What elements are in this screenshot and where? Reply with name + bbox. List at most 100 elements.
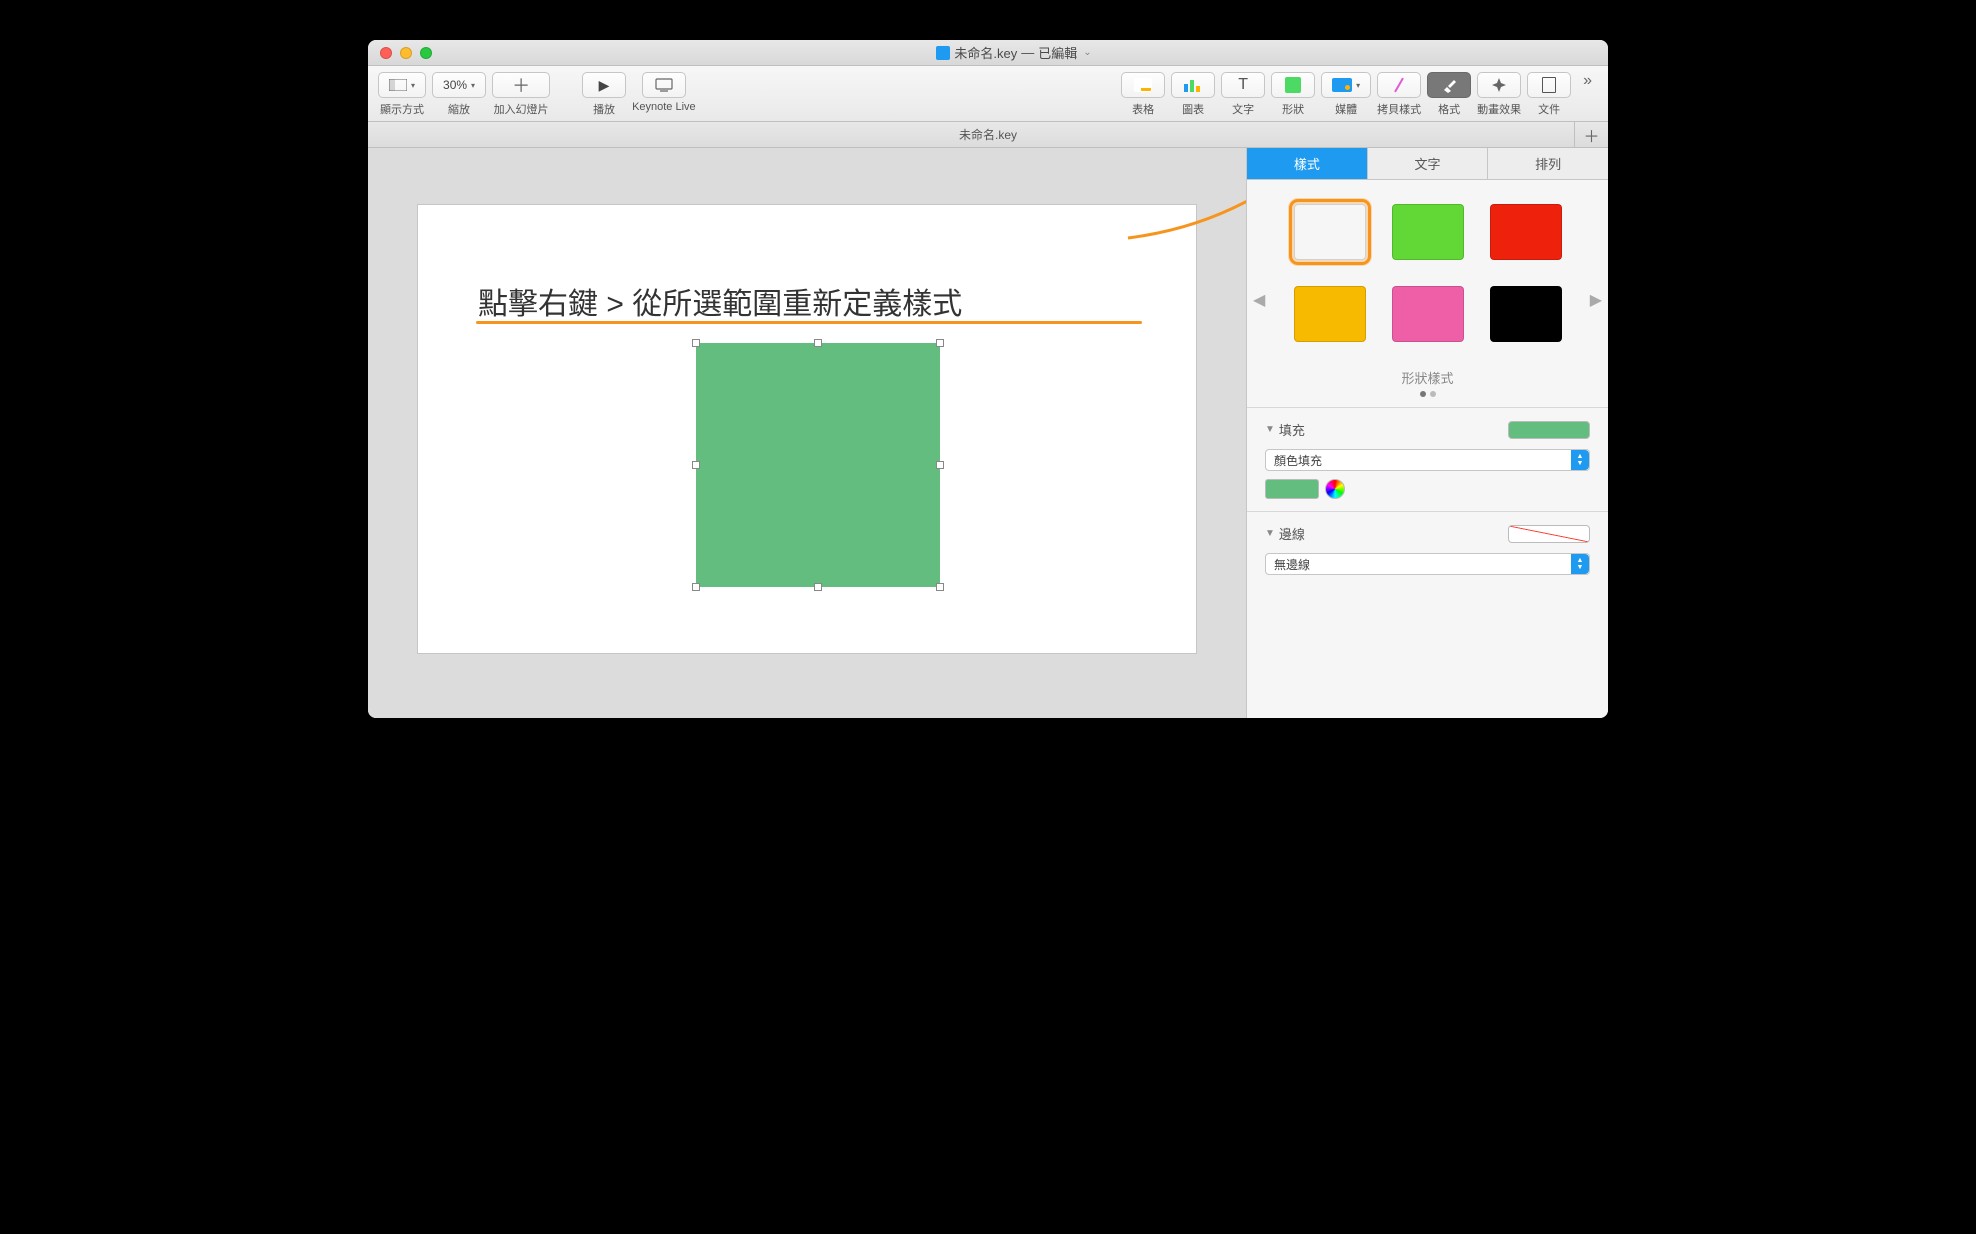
fill-color-chip[interactable] [1265,479,1319,499]
table-button[interactable] [1121,72,1165,98]
fill-type-select[interactable]: 顏色填充 ▲▼ [1265,449,1590,471]
chevron-down-icon: ▾ [411,81,415,90]
fill-type-value: 顏色填充 [1274,452,1322,469]
slide[interactable]: 點擊右鍵 > 從所選範圍重新定義樣式 [417,204,1197,654]
disclosure-icon[interactable]: ▼ [1265,528,1275,539]
style-swatch-green[interactable] [1392,204,1464,260]
animate-icon [1491,77,1507,93]
resize-handle[interactable] [692,461,700,469]
keynote-doc-icon [936,46,950,60]
inspector-tabs: 樣式 文字 排列 [1247,148,1608,180]
copy-style-label: 拷貝樣式 [1377,101,1421,117]
instruction-underline [476,321,1142,324]
chevron-down-icon: ▾ [471,81,475,90]
text-icon: T [1238,76,1248,94]
style-swatch-blue[interactable] [1294,204,1366,260]
animate-label: 動畫效果 [1477,101,1521,117]
shape-button[interactable] [1271,72,1315,98]
add-slide-label: 加入幻燈片 [494,101,549,117]
text-button[interactable]: T [1221,72,1265,98]
selected-shape[interactable] [696,343,940,587]
titlebar: 未命名.key — 已編輯 ⌄ [368,40,1608,66]
resize-handle[interactable] [814,583,822,591]
window-title: 未命名.key — 已編輯 ⌄ [432,43,1596,62]
copy-style-button[interactable] [1377,72,1421,98]
app-window: 未命名.key — 已編輯 ⌄ ▾ 顯示方式 30% ▾ 縮放 ＋ 加入幻燈片 [368,40,1608,718]
zoom-value: 30% [443,78,467,92]
document-button[interactable] [1527,72,1571,98]
styles-prev[interactable]: ◀ [1253,290,1265,310]
border-label: 邊線 [1279,524,1305,543]
style-swatch-black[interactable] [1490,286,1562,342]
pager-dots [1265,391,1590,397]
eyedropper-icon [1391,77,1407,93]
title-separator: — [1021,45,1034,60]
brush-icon [1441,77,1457,93]
tab-arrange[interactable]: 排列 [1487,148,1608,179]
animate-button[interactable] [1477,72,1521,98]
table-icon [1134,78,1152,92]
tab-filename[interactable]: 未命名.key [959,126,1017,143]
resize-handle[interactable] [692,339,700,347]
disclosure-icon[interactable]: ▼ [1265,424,1275,435]
styles-next[interactable]: ▶ [1590,290,1602,310]
add-slide-button[interactable]: ＋ [492,72,550,98]
main-body: 點擊右鍵 > 從所選範圍重新定義樣式 樣 [368,148,1608,718]
canvas-area[interactable]: 點擊右鍵 > 從所選範圍重新定義樣式 [368,148,1246,718]
text-label: 文字 [1232,101,1254,117]
style-swatch-red[interactable] [1490,204,1562,260]
add-tab-button[interactable]: ＋ [1574,122,1608,148]
shape-styles-label: 形狀樣式 [1265,368,1590,387]
document-name: 未命名.key [954,43,1017,62]
view-label: 顯示方式 [380,101,424,117]
media-button[interactable]: ▾ [1321,72,1371,98]
play-icon: ▶ [599,77,610,94]
chart-label: 圖表 [1182,101,1204,117]
table-label: 表格 [1132,101,1154,117]
document-icon [1542,77,1556,93]
border-type-select[interactable]: 無邊線 ▲▼ [1265,553,1590,575]
minimize-button[interactable] [400,47,412,59]
tab-style[interactable]: 樣式 [1247,148,1367,179]
border-type-value: 無邊線 [1274,556,1310,573]
resize-handle[interactable] [936,583,944,591]
fill-section: ▼ 填充 顏色填充 ▲▼ [1247,408,1608,512]
zoom-button[interactable] [420,47,432,59]
tab-text[interactable]: 文字 [1367,148,1488,179]
select-arrows-icon: ▲▼ [1571,450,1589,470]
keynote-live-button[interactable] [642,72,686,98]
format-button[interactable] [1427,72,1471,98]
style-swatch-yellow[interactable] [1294,286,1366,342]
view-button[interactable]: ▾ [378,72,426,98]
media-icon [1332,78,1352,92]
shape-label: 形狀 [1282,101,1304,117]
color-wheel-button[interactable] [1325,479,1345,499]
resize-handle[interactable] [814,339,822,347]
chevron-down-icon: ▾ [1356,81,1360,90]
toolbar-overflow[interactable]: » [1577,72,1598,90]
title-dropdown-icon[interactable]: ⌄ [1083,47,1091,58]
shape-styles-section: ◀ ▶ 形狀樣式 [1247,180,1608,408]
close-button[interactable] [380,47,392,59]
traffic-lights [380,47,432,59]
resize-handle[interactable] [692,583,700,591]
document-tabbar: 未命名.key ＋ [368,122,1608,148]
resize-handle[interactable] [936,339,944,347]
fill-label: 填充 [1279,420,1305,439]
media-label: 媒體 [1335,101,1357,117]
zoom-label: 縮放 [448,101,470,117]
document-label: 文件 [1538,101,1560,117]
shape-icon [1285,77,1301,93]
document-status: 已編輯 [1038,43,1077,62]
format-label: 格式 [1438,101,1460,117]
resize-handle[interactable] [936,461,944,469]
select-arrows-icon: ▲▼ [1571,554,1589,574]
chart-button[interactable] [1171,72,1215,98]
play-button[interactable]: ▶ [582,72,626,98]
inspector-panel: 樣式 文字 排列 ◀ ▶ 形狀樣式 [1246,148,1608,718]
toolbar: ▾ 顯示方式 30% ▾ 縮放 ＋ 加入幻燈片 ▶ 播放 Keynote Liv… [368,66,1608,122]
style-swatch-pink[interactable] [1392,286,1464,342]
zoom-dropdown[interactable]: 30% ▾ [432,72,486,98]
fill-preview[interactable] [1508,421,1590,439]
border-preview[interactable] [1508,525,1590,543]
